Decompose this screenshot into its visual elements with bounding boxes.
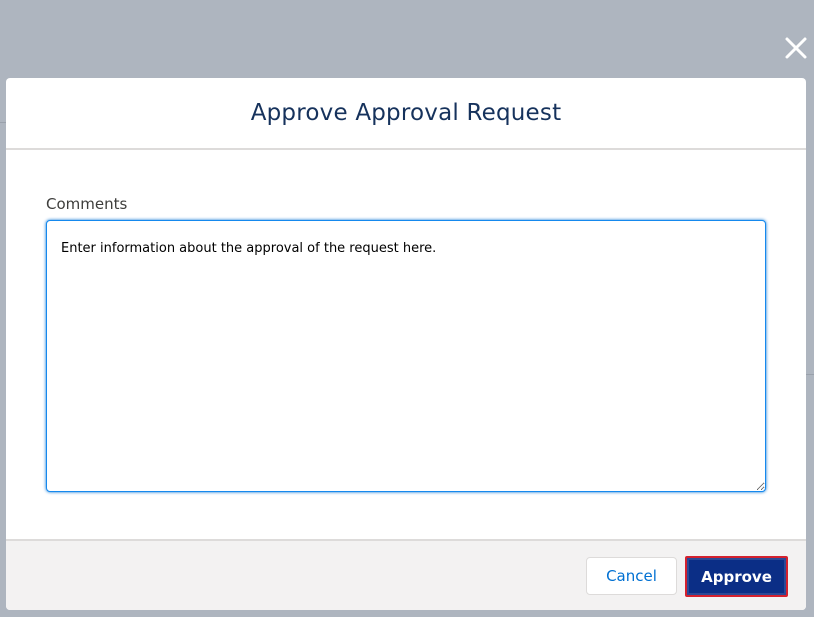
cancel-button[interactable]: Cancel	[586, 557, 677, 595]
modal-title: Approve Approval Request	[250, 100, 562, 126]
comments-label: Comments	[46, 195, 128, 213]
modal-body: Comments	[6, 150, 806, 539]
modal-header: Approve Approval Request	[6, 78, 806, 150]
approve-button[interactable]: Approve	[685, 556, 788, 597]
comments-textarea[interactable]	[46, 220, 766, 492]
approval-modal: Approve Approval Request Comments Cancel…	[6, 78, 806, 610]
close-button[interactable]	[782, 34, 810, 62]
background-divider	[806, 374, 814, 375]
modal-footer: Cancel Approve	[6, 539, 806, 610]
close-icon	[785, 37, 807, 59]
